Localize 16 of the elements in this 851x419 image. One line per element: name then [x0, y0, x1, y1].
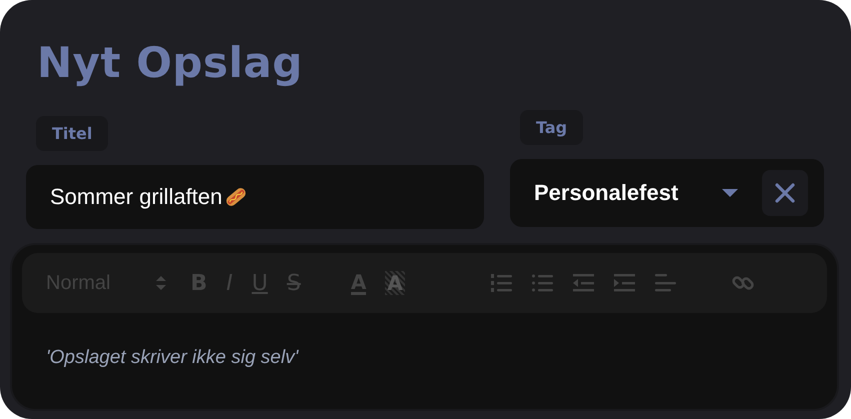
bullet-list-icon[interactable]: [532, 273, 554, 293]
editor-text-field[interactable]: 'Opslaget skriver ikke sig selv': [22, 313, 827, 401]
close-icon: [774, 182, 796, 204]
field-label: Tag: [520, 110, 584, 145]
field-label: Titel: [36, 116, 108, 151]
tag-select[interactable]: Personalefest: [510, 159, 824, 227]
page-heading: Nyt Opslag: [37, 37, 303, 89]
format-button[interactable]: A: [385, 271, 405, 295]
clear-button[interactable]: [762, 170, 808, 216]
numbered-list-icon[interactable]: [490, 273, 513, 293]
caret-icon: [722, 189, 738, 197]
outdent-icon[interactable]: [572, 273, 595, 293]
up-down-arrows-icon: [156, 275, 166, 291]
align-left-icon[interactable]: [654, 273, 677, 293]
indent-icon[interactable]: [614, 273, 636, 293]
title-input-field[interactable]: Sommer grillaften: [26, 165, 484, 229]
